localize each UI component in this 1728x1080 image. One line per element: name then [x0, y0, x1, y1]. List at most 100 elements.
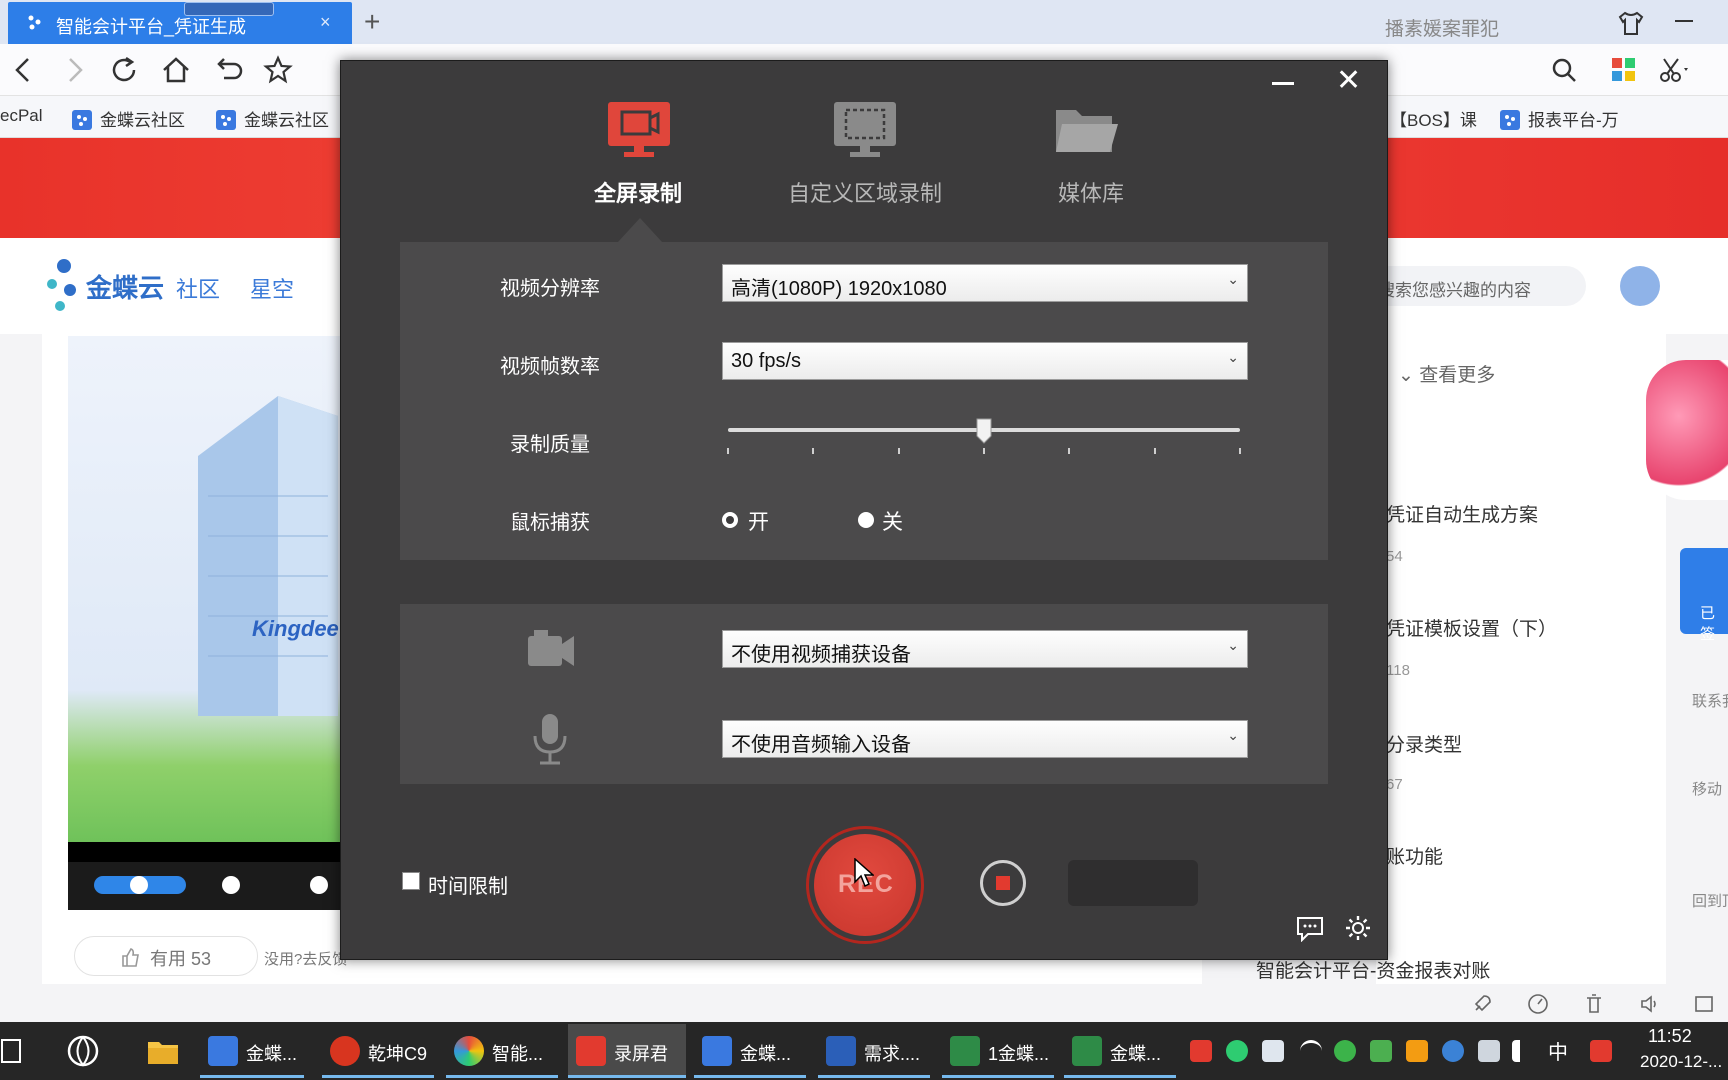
quality-slider-thumb[interactable] — [976, 418, 992, 444]
time-limit-checkbox[interactable] — [402, 872, 420, 890]
site-product-link[interactable]: 星空 — [250, 272, 294, 304]
bookmark-favicon-icon — [72, 110, 92, 130]
tray-sogou-icon[interactable] — [1590, 1040, 1612, 1062]
mouse-capture-on-label[interactable]: 开 — [748, 506, 769, 536]
audio-device-select[interactable]: 不使用音频输入设备 ⌄ — [722, 720, 1248, 758]
fps-select[interactable]: 30 fps/s ⌄ — [722, 342, 1248, 380]
screen-recorder-app-icon — [576, 1036, 606, 1066]
related-article-title[interactable]: 凭证自动生成方案 — [1386, 500, 1538, 527]
tray-recorder-icon[interactable] — [1190, 1040, 1212, 1062]
mouse-capture-off-label[interactable]: 关 — [882, 506, 903, 536]
taskbar-app[interactable]: 金蝶... — [200, 1024, 304, 1078]
taskbar-app[interactable]: 需求.... — [818, 1024, 930, 1078]
tab-region-record[interactable]: 自定义区域录制 — [780, 96, 960, 216]
file-explorer-icon[interactable] — [146, 1036, 180, 1066]
related-article-title[interactable]: 分录类型 — [1386, 730, 1462, 757]
home-icon[interactable] — [160, 54, 192, 86]
taskbar-app-active[interactable]: 录屏君 — [568, 1024, 686, 1078]
start-swirl-icon[interactable] — [66, 1034, 100, 1068]
carousel-dot[interactable] — [310, 876, 328, 894]
screenshot-scissors-icon[interactable] — [1656, 54, 1688, 86]
mouse-capture-on-radio[interactable] — [722, 512, 738, 528]
feedback-link[interactable]: 没用?去反馈 — [264, 948, 347, 969]
kingdee-app-icon — [208, 1036, 238, 1066]
tray-shield2-icon[interactable] — [1406, 1040, 1428, 1062]
quality-slider-tick — [1068, 448, 1070, 454]
tray-battery-icon[interactable] — [1478, 1040, 1500, 1062]
related-article-title[interactable]: 凭证模板设置（下） — [1386, 614, 1557, 641]
close-tab-icon[interactable]: × — [320, 12, 331, 33]
clock-date[interactable]: 2020-12-... — [1640, 1052, 1722, 1072]
taskbar-app[interactable]: 1金蝶... — [942, 1024, 1054, 1078]
clock-time[interactable]: 11:52 — [1648, 1026, 1692, 1047]
related-article-title[interactable]: 智能会计平台-资金报表对账 — [1256, 956, 1490, 983]
forward-icon[interactable] — [58, 54, 90, 86]
address-bar-text[interactable]: 播素媛案罪犯 — [1385, 14, 1499, 41]
search-icon[interactable] — [1548, 54, 1580, 86]
browser-minimize-button[interactable] — [1675, 20, 1693, 22]
carousel-dot[interactable] — [130, 876, 148, 894]
feedback-chat-icon[interactable] — [1296, 916, 1324, 942]
carousel-dot[interactable] — [222, 876, 240, 894]
taskbar-app[interactable]: 智能... — [446, 1024, 558, 1078]
recorder-close-button[interactable]: ✕ — [1336, 66, 1361, 96]
bookmark-item[interactable]: 【BOS】课 — [1390, 106, 1477, 131]
mobile-link[interactable]: 移动 — [1692, 778, 1722, 799]
refresh-icon[interactable] — [108, 54, 140, 86]
resolution-label: 视频分辨率 — [500, 278, 600, 300]
taskbar-app[interactable]: 金蝶... — [694, 1024, 806, 1078]
time-limit-label[interactable]: 时间限制 — [428, 870, 508, 899]
back-icon[interactable] — [8, 54, 40, 86]
related-article-title[interactable]: 账功能 — [1386, 842, 1443, 869]
settings-gear-icon[interactable] — [1344, 914, 1372, 942]
browser-tab-active[interactable]: 智能会计平台_凭证生成 × — [8, 2, 352, 44]
bookmark-item[interactable]: 报表平台-万 — [1500, 106, 1619, 131]
contact-link[interactable]: 联系我 — [1692, 690, 1728, 711]
volume-icon[interactable] — [1638, 992, 1662, 1016]
hero-video-frame[interactable]: Kingdee — [68, 336, 358, 842]
favorite-star-icon[interactable] — [262, 54, 294, 86]
video-device-value: 不使用视频捕获设备 — [731, 644, 911, 666]
bookmark-item[interactable]: 金蝶云社区 — [72, 106, 185, 131]
tray-wechat-icon[interactable] — [1226, 1040, 1248, 1062]
undo-icon[interactable] — [212, 54, 244, 86]
resolution-select[interactable]: 高清(1080P) 1920x1080 ⌄ — [722, 264, 1248, 302]
mouse-capture-off-radio[interactable] — [858, 512, 874, 528]
tray-volume-icon[interactable] — [1512, 1040, 1534, 1062]
tab-media-library[interactable]: 媒体库 — [1040, 96, 1140, 216]
site-logo-text[interactable]: 金蝶云 — [86, 268, 164, 305]
tray-shield-icon[interactable] — [1262, 1040, 1284, 1062]
quality-slider-tick — [1154, 448, 1156, 454]
rocket-icon[interactable] — [1470, 992, 1494, 1016]
tab-title: 智能会计平台_凭证生成 — [56, 17, 247, 37]
new-tab-button[interactable]: + — [364, 6, 380, 38]
tray-defender-icon[interactable] — [1370, 1040, 1392, 1062]
tray-network-icon[interactable] — [1442, 1040, 1464, 1062]
apps-grid-icon[interactable] — [1608, 54, 1640, 86]
tab-fullscreen-record[interactable]: 全屏录制 — [586, 96, 710, 216]
skin-shirt-icon[interactable] — [1616, 8, 1646, 38]
taskbar-app[interactable]: 乾坤C9 — [322, 1024, 434, 1078]
back-to-top-link[interactable]: 回到顶 — [1692, 890, 1728, 911]
trash-icon[interactable] — [1582, 992, 1606, 1016]
recording-timer-display — [1068, 860, 1198, 906]
avatar[interactable] — [1620, 266, 1660, 306]
recorder-minimize-button[interactable] — [1272, 82, 1294, 85]
taskbar-app[interactable]: 金蝶... — [1064, 1024, 1176, 1078]
mouse-capture-label: 鼠标捕获 — [510, 512, 590, 534]
quality-slider-tick — [812, 448, 814, 454]
sign-in-label: 已签 — [1700, 605, 1716, 643]
speed-icon[interactable] — [1526, 992, 1550, 1016]
tray-security-icon[interactable] — [1334, 1040, 1356, 1062]
bookmark-item[interactable]: ecPal — [0, 106, 43, 126]
ime-indicator[interactable]: 中 — [1548, 1036, 1568, 1065]
bookmark-item[interactable]: 金蝶云社区 — [216, 106, 329, 131]
hero-video-bar — [68, 842, 358, 862]
quality-label: 录制质量 — [510, 434, 590, 456]
tray-wifi-icon[interactable] — [1300, 1040, 1322, 1062]
video-device-select[interactable]: 不使用视频捕获设备 ⌄ — [722, 630, 1248, 668]
view-more-link[interactable]: ⌄ 查看更多 — [1398, 360, 1495, 387]
promo-badge[interactable] — [1646, 360, 1728, 500]
window-icon[interactable] — [1692, 992, 1716, 1016]
task-view-icon[interactable] — [0, 1036, 26, 1066]
